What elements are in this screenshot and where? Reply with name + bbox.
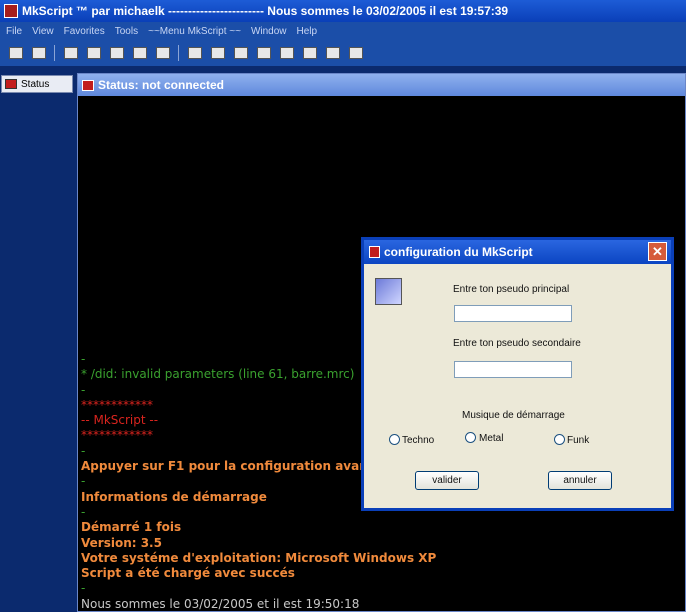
dialog-title-bar: configuration du MkScript ✕ — [364, 240, 671, 264]
radio-techno-label: Techno — [402, 435, 435, 446]
menu-bar: File View Favorites Tools ~~Menu MkScrip… — [0, 22, 686, 40]
radio-funk-label: Funk — [567, 435, 590, 446]
pseudo-secondaire-input[interactable] — [454, 361, 572, 378]
log-icon[interactable] — [234, 47, 248, 59]
menu-help[interactable]: Help — [297, 26, 318, 37]
timer-icon[interactable] — [257, 47, 271, 59]
pseudo-principal-input[interactable] — [454, 305, 572, 322]
help-icon[interactable] — [349, 47, 363, 59]
console-line: Version: 3.5 — [81, 535, 162, 550]
status-window-icon — [5, 79, 17, 89]
config-dialog: configuration du MkScript ✕ Entre ton ps… — [361, 237, 674, 511]
console-line: Votre systéme d'exploitation: Microsoft … — [81, 550, 437, 565]
valider-button[interactable]: valider — [415, 471, 479, 490]
notify-icon[interactable] — [326, 47, 340, 59]
toolbar — [0, 40, 686, 66]
menu-view[interactable]: View — [32, 26, 54, 37]
menu-tools[interactable]: Tools — [115, 26, 138, 37]
toolbar-separator — [178, 45, 179, 61]
dcc-icon[interactable] — [133, 47, 147, 59]
label-pseudo-secondaire: Entre ton pseudo secondaire — [453, 338, 581, 349]
dialog-title: configuration du MkScript — [384, 245, 533, 259]
menu-favorites[interactable]: Favorites — [64, 26, 105, 37]
window-title-bar: MkScript ™ par michaelk ----------------… — [0, 0, 686, 22]
mkscript-logo-icon — [375, 278, 402, 305]
close-icon[interactable]: ✕ — [648, 242, 667, 261]
console-line: Script a été chargé avec succés — [81, 566, 295, 581]
menu-file[interactable]: File — [6, 26, 22, 37]
about-icon[interactable] — [303, 47, 317, 59]
treebar-item-label: Status — [21, 78, 50, 90]
radio-metal[interactable] — [465, 432, 476, 443]
toolbar-separator — [54, 45, 55, 61]
radio-metal-label: Metal — [479, 433, 504, 444]
mkscript-app-icon — [369, 246, 380, 258]
colors-icon[interactable] — [280, 47, 294, 59]
label-pseudo-principal: Entre ton pseudo principal — [453, 284, 570, 295]
connect-icon[interactable] — [9, 47, 23, 59]
status-window-title-bar: Status: not connected — [78, 74, 685, 96]
menu-mkscript[interactable]: ~~Menu MkScript ~~ — [148, 26, 241, 37]
script-icon[interactable] — [211, 47, 225, 59]
mkscript-app-icon — [4, 4, 18, 18]
console-line: Nous sommes le 03/02/2005 et il est 19:5… — [81, 596, 360, 611]
console-line: - — [81, 581, 86, 596]
status-window-title: Status: not connected — [98, 78, 225, 92]
folder-icon[interactable] — [188, 47, 202, 59]
windows-logo-icon[interactable] — [156, 47, 170, 59]
list-icon[interactable] — [110, 47, 124, 59]
console-line: Démarré 1 fois — [81, 520, 182, 535]
menu-window[interactable]: Window — [251, 26, 287, 37]
radio-techno[interactable] — [389, 434, 400, 445]
radio-funk[interactable] — [554, 434, 565, 445]
switchbar-panel: Status — [0, 66, 74, 612]
channels-icon[interactable] — [87, 47, 101, 59]
window-title: MkScript ™ par michaelk ----------------… — [22, 4, 509, 18]
status-window-icon — [82, 79, 94, 91]
options-icon[interactable] — [32, 47, 46, 59]
treebar-item-status[interactable]: Status — [1, 75, 73, 93]
address-book-icon[interactable] — [64, 47, 78, 59]
annuler-button[interactable]: annuler — [548, 471, 612, 490]
label-musique-demarrage: Musique de démarrage — [462, 410, 565, 421]
